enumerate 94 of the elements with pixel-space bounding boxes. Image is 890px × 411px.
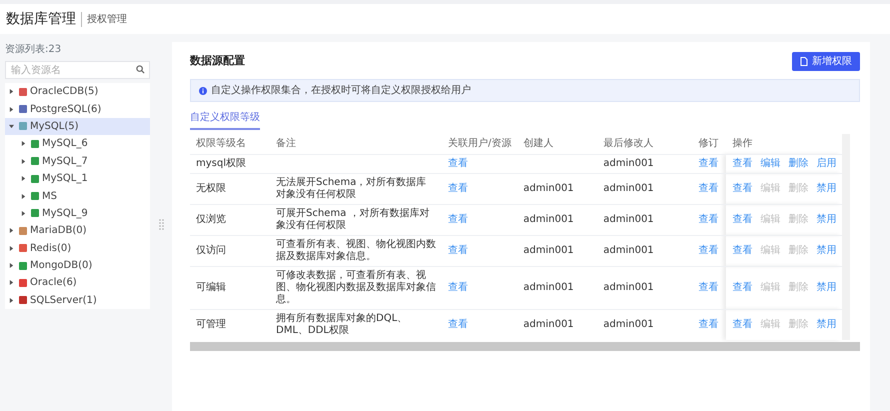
table-cell: 可查看所有表、视图、物化视图内数据及数据库对象信息。 — [276, 238, 436, 262]
caret-icon[interactable] — [9, 298, 14, 303]
table-cell: 可展开Schema ，对所有数据库对象没有任何权限 — [276, 208, 430, 230]
resource-count: 资源列表:23 — [5, 42, 62, 57]
action-link[interactable]: 禁用 — [816, 182, 836, 194]
search-field[interactable]: 输入资源名 — [5, 61, 150, 79]
tree-item[interactable]: MongoDB(0) — [5, 256, 150, 274]
action-link[interactable]: 禁用 — [816, 318, 836, 330]
view-link[interactable]: 查看 — [448, 244, 468, 256]
action-link[interactable]: 查看 — [732, 282, 752, 294]
column-header: 权限等级名 — [190, 134, 270, 154]
table-cell: admin001 — [523, 318, 574, 330]
action-link[interactable]: 禁用 — [816, 282, 836, 294]
action-link[interactable]: 查看 — [732, 182, 752, 194]
tree-item[interactable]: PostgreSQL(6) — [5, 100, 150, 118]
action-link[interactable]: 查看 — [732, 244, 752, 256]
search-icon — [136, 65, 145, 74]
drag-handle-icon[interactable] — [158, 219, 164, 230]
table-cell: 可编辑 — [196, 282, 226, 292]
document-icon — [800, 57, 808, 66]
column-header: 关联用户/资源 — [442, 134, 518, 154]
tree-item[interactable]: Redis(0) — [5, 240, 150, 257]
view-link[interactable]: 查看 — [448, 182, 468, 194]
caret-icon[interactable] — [9, 263, 14, 268]
view-link[interactable]: 查看 — [448, 282, 468, 294]
caret-icon[interactable] — [21, 194, 26, 199]
table-cell: admin001 — [523, 182, 574, 194]
table-cell: 可管理 — [196, 318, 226, 330]
view-link[interactable]: 查看 — [698, 158, 718, 170]
table-cell: admin001 — [603, 182, 654, 194]
action-link[interactable]: 禁用 — [816, 244, 836, 256]
caret-icon[interactable] — [9, 246, 14, 251]
action-link[interactable]: 查看 — [732, 158, 752, 170]
table-cell: 仅浏览 — [196, 214, 226, 224]
table-cell: admin001 — [603, 158, 654, 168]
caret-icon[interactable] — [9, 89, 14, 94]
action-link[interactable]: 查看 — [732, 214, 752, 226]
column-header: 操作 — [726, 134, 842, 154]
tree-item[interactable]: Oracle(6) — [5, 274, 150, 292]
view-link[interactable]: 查看 — [448, 158, 468, 170]
action-link[interactable]: 启用 — [816, 158, 836, 170]
add-permission-button[interactable]: 新增权限 — [792, 52, 860, 71]
table-cell: 无权限 — [196, 182, 226, 194]
tree-item[interactable]: MySQL_1 — [5, 170, 150, 188]
table-cell: admin001 — [523, 244, 574, 256]
page-title: 数据库管理 — [6, 10, 76, 28]
action-link[interactable]: 删除 — [788, 158, 808, 170]
caret-icon[interactable] — [9, 228, 14, 234]
view-link[interactable]: 查看 — [698, 214, 718, 226]
tree-item[interactable]: MySQL_9 — [5, 204, 150, 222]
breadcrumb-link[interactable]: 授权管理 — [81, 12, 127, 26]
table-cell: admin001 — [603, 244, 654, 256]
caret-icon[interactable] — [21, 210, 26, 216]
caret-icon[interactable] — [21, 158, 26, 164]
panel-title: 数据源配置 — [190, 53, 245, 70]
tree-item[interactable]: OracleCDB(5) — [5, 83, 150, 100]
view-link[interactable]: 查看 — [698, 318, 718, 330]
view-link[interactable]: 查看 — [698, 182, 718, 194]
table-cell: 可修改表数据，可查看所有表、视图、物化视图内数据及数据库对象信息。 — [276, 270, 436, 304]
table-cell: 仅访问 — [196, 244, 226, 256]
tree-item[interactable]: MySQL_6 — [5, 135, 150, 153]
table-cell: admin001 — [603, 318, 654, 330]
table-cell: admin001 — [603, 282, 654, 292]
view-link[interactable]: 查看 — [698, 282, 718, 294]
table-cell: admin001 — [523, 214, 574, 224]
caret-icon[interactable] — [21, 176, 26, 182]
view-link[interactable]: 查看 — [698, 244, 718, 256]
caret-icon[interactable] — [9, 106, 14, 112]
column-header: 最后修改人 — [597, 134, 692, 154]
tree-item[interactable]: MySQL(5) — [5, 118, 150, 136]
tab[interactable]: 自定义权限等级 — [190, 110, 260, 130]
action-link[interactable]: 编辑 — [760, 158, 780, 170]
tree-item[interactable]: MySQL_7 — [5, 152, 150, 170]
view-link[interactable]: 查看 — [448, 318, 468, 330]
tree-item[interactable]: MariaDB(0) — [5, 222, 150, 240]
table-cell: 无法展开Schema，对所有数据库对象没有任何权限 — [276, 176, 426, 200]
caret-icon[interactable] — [9, 124, 14, 129]
column-header: 备注 — [270, 134, 442, 154]
table-cell: admin001 — [603, 214, 654, 224]
caret-icon[interactable] — [9, 280, 14, 286]
column-header: 创建人 — [517, 134, 598, 154]
caret-icon[interactable] — [21, 141, 26, 146]
table-cell: 拥有所有数据库对象的DQL、DML、DDL权限 — [276, 312, 408, 336]
view-link[interactable]: 查看 — [448, 214, 468, 226]
tree-item[interactable]: SQLServer(1) — [5, 292, 150, 310]
column-header: 修订 — [692, 134, 726, 154]
info-notice: 自定义操作权限集合，在授权时可将自定义权限授权给用户 — [190, 79, 860, 102]
tree-item[interactable]: MS — [5, 187, 150, 205]
table-cell: mysql权限 — [196, 158, 246, 168]
action-link[interactable]: 查看 — [732, 318, 752, 330]
table-cell: admin001 — [523, 282, 574, 292]
horizontal-scrollbar[interactable] — [190, 342, 860, 350]
info-icon — [199, 86, 207, 94]
action-link[interactable]: 禁用 — [816, 214, 836, 226]
